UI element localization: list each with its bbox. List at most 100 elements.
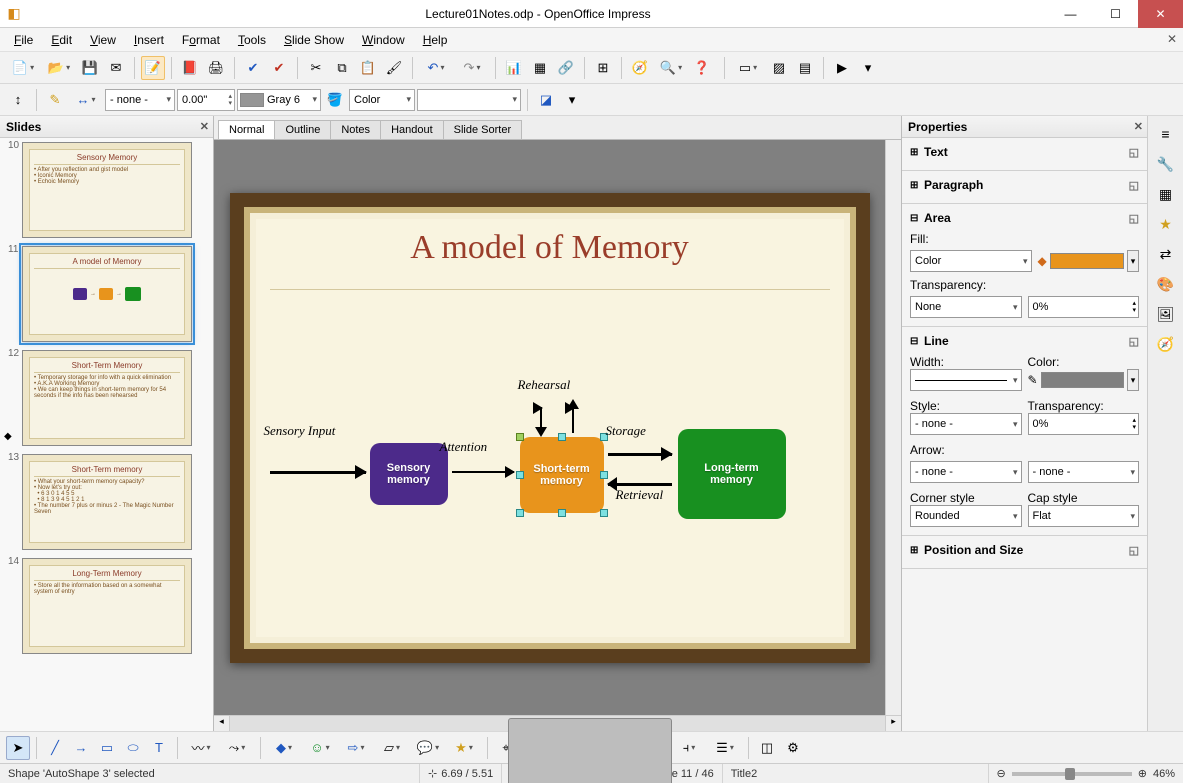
autospellcheck-button[interactable]: ✔ xyxy=(267,56,291,80)
cap-style-combo[interactable]: Flat xyxy=(1028,505,1140,527)
menu-insert[interactable]: Insert xyxy=(126,31,172,49)
toolbar-overflow-button[interactable]: ▾ xyxy=(560,88,584,112)
tab-outline[interactable]: Outline xyxy=(274,120,331,139)
line-width-combo[interactable] xyxy=(910,369,1022,391)
select-tool[interactable]: ➤ xyxy=(6,736,30,760)
navigator-icon[interactable]: 🧭 xyxy=(1154,332,1178,356)
tab-notes[interactable]: Notes xyxy=(330,120,381,139)
cut-button[interactable]: ✂ xyxy=(304,56,328,80)
arrow-rehearsal-up[interactable] xyxy=(572,407,574,433)
selection-handle[interactable] xyxy=(516,433,524,441)
arrow-start-combo[interactable]: - none - xyxy=(910,461,1022,483)
minimize-button[interactable]: — xyxy=(1048,0,1093,28)
grid-button[interactable]: ⊞ xyxy=(591,56,615,80)
styles-icon[interactable]: 🎨 xyxy=(1154,272,1178,296)
vertical-scrollbar[interactable] xyxy=(885,140,901,715)
zoom-slider[interactable] xyxy=(1012,772,1132,776)
tab-slidesorter[interactable]: Slide Sorter xyxy=(443,120,522,139)
menu-slideshow[interactable]: Slide Show xyxy=(276,31,352,49)
format-paintbrush-button[interactable]: 🖌 xyxy=(382,56,406,80)
slide-thumb-13[interactable]: 13 Short-Term memory• What your short-te… xyxy=(6,454,207,550)
corner-style-combo[interactable]: Rounded xyxy=(910,505,1022,527)
section-position-size[interactable]: ⊞Position and Size◱ xyxy=(910,540,1139,560)
tab-handout[interactable]: Handout xyxy=(380,120,444,139)
new-button[interactable]: 📄 xyxy=(6,56,40,80)
label-retrieval[interactable]: Retrieval xyxy=(616,487,664,503)
gallery-icon[interactable]: 🖼 xyxy=(1154,302,1178,326)
fill-color-combo[interactable] xyxy=(417,89,521,111)
basic-shapes-tool[interactable]: ◆ xyxy=(267,736,301,760)
transparency-type-combo[interactable]: None xyxy=(910,296,1022,318)
line-color-combo[interactable]: Gray 6 xyxy=(237,89,321,111)
more-button[interactable]: ▾ xyxy=(856,56,880,80)
copy-button[interactable]: ⧉ xyxy=(330,56,354,80)
arrow-retrieval[interactable] xyxy=(608,483,672,486)
presentation-button[interactable]: ▶ xyxy=(830,56,854,80)
box-sensory-memory[interactable]: Sensory memory xyxy=(370,443,448,505)
line-width-spin[interactable]: 0.00" xyxy=(177,89,235,111)
selection-handle[interactable] xyxy=(558,433,566,441)
callouts-tool[interactable]: 💬 xyxy=(411,736,445,760)
transparency-value-spin[interactable]: 0% xyxy=(1028,296,1140,318)
selection-handle[interactable] xyxy=(558,509,566,517)
arrow-attention[interactable] xyxy=(452,471,514,473)
menu-file[interactable]: File xyxy=(6,31,41,49)
arrow-storage[interactable] xyxy=(608,453,672,456)
undo-button[interactable]: ↶ xyxy=(419,56,453,80)
slide-thumb-10[interactable]: 10 Sensory Memory• After you reflection … xyxy=(6,142,207,238)
slide-design-button[interactable]: ▨ xyxy=(767,56,791,80)
menu-view[interactable]: View xyxy=(82,31,124,49)
horizontal-scrollbar[interactable]: ◂▸ xyxy=(214,715,901,731)
section-text[interactable]: ⊞Text◱ xyxy=(910,142,1139,162)
properties-close-icon[interactable]: ✕ xyxy=(1134,120,1143,133)
master-pages-icon[interactable]: ▦ xyxy=(1154,182,1178,206)
save-button[interactable]: 💾 xyxy=(78,56,102,80)
line-color-button[interactable]: ✎ xyxy=(43,88,67,112)
slide-thumb-12[interactable]: 12 Short-Term Memory• Temporary storage … xyxy=(6,350,207,446)
selection-handle[interactable] xyxy=(516,471,524,479)
arrange-tool[interactable]: ☰ xyxy=(708,736,742,760)
connector-tool[interactable]: ⤳ xyxy=(220,736,254,760)
interaction-tool[interactable]: ⚙ xyxy=(781,736,805,760)
arrow-style-button[interactable]: ↔ xyxy=(69,88,103,112)
box-short-term-memory[interactable]: Short-term memory xyxy=(520,437,604,513)
box-long-term-memory[interactable]: Long-term memory xyxy=(678,429,786,519)
slides-list[interactable]: 10 Sensory Memory• After you reflection … xyxy=(0,138,213,731)
section-area[interactable]: ⊟Area◱ xyxy=(910,208,1139,228)
stars-tool[interactable]: ★ xyxy=(447,736,481,760)
fill-bucket-button[interactable]: 🪣 xyxy=(323,88,347,112)
custom-animation-icon[interactable]: ★ xyxy=(1154,212,1178,236)
hyperlink-button[interactable]: 🔗 xyxy=(554,56,578,80)
slide-canvas[interactable]: A model of Memory Sensory Input Sensory … xyxy=(230,193,870,663)
label-attention[interactable]: Attention xyxy=(440,439,488,455)
slide-edit-area[interactable]: A model of Memory Sensory Input Sensory … xyxy=(214,140,885,715)
slide-thumb-11[interactable]: 11 A model of Memory → → xyxy=(6,246,207,342)
slide-thumb-14[interactable]: 14 Long-Term Memory• Store all the infor… xyxy=(6,558,207,654)
spellcheck-button[interactable]: ✔ xyxy=(241,56,265,80)
maximize-button[interactable]: ☐ xyxy=(1093,0,1138,28)
section-line[interactable]: ⊟Line◱ xyxy=(910,331,1139,351)
close-button[interactable]: ✕ xyxy=(1138,0,1183,28)
rectangle-tool[interactable]: ▭ xyxy=(95,736,119,760)
ellipse-tool[interactable]: ⬭ xyxy=(121,736,145,760)
menu-help[interactable]: Help xyxy=(415,31,456,49)
align-tool[interactable]: ⫞ xyxy=(672,736,706,760)
slides-panel-close-icon[interactable]: ✕ xyxy=(200,120,209,133)
line-transparency-spin[interactable]: 0% xyxy=(1028,413,1140,435)
tab-normal[interactable]: Normal xyxy=(218,120,275,139)
line-tool[interactable]: ╱ xyxy=(43,736,67,760)
document-close-icon[interactable]: ✕ xyxy=(1167,32,1177,46)
fill-type-combo[interactable]: Color xyxy=(910,250,1032,272)
text-tool[interactable]: T xyxy=(147,736,171,760)
symbol-shapes-tool[interactable]: ☺ xyxy=(303,736,337,760)
menu-tools[interactable]: Tools xyxy=(230,31,274,49)
line-style-combo[interactable]: - none - xyxy=(105,89,175,111)
navigator-button[interactable]: 🧭 xyxy=(628,56,652,80)
menu-edit[interactable]: Edit xyxy=(43,31,80,49)
line-style-combo[interactable]: - none - xyxy=(910,413,1022,435)
selection-handle[interactable] xyxy=(516,509,524,517)
extrusion-tool[interactable]: ◫ xyxy=(755,736,779,760)
slide-button[interactable]: ▭ xyxy=(731,56,765,80)
print-button[interactable]: 🖨 xyxy=(204,56,228,80)
redo-button[interactable]: ↷ xyxy=(455,56,489,80)
